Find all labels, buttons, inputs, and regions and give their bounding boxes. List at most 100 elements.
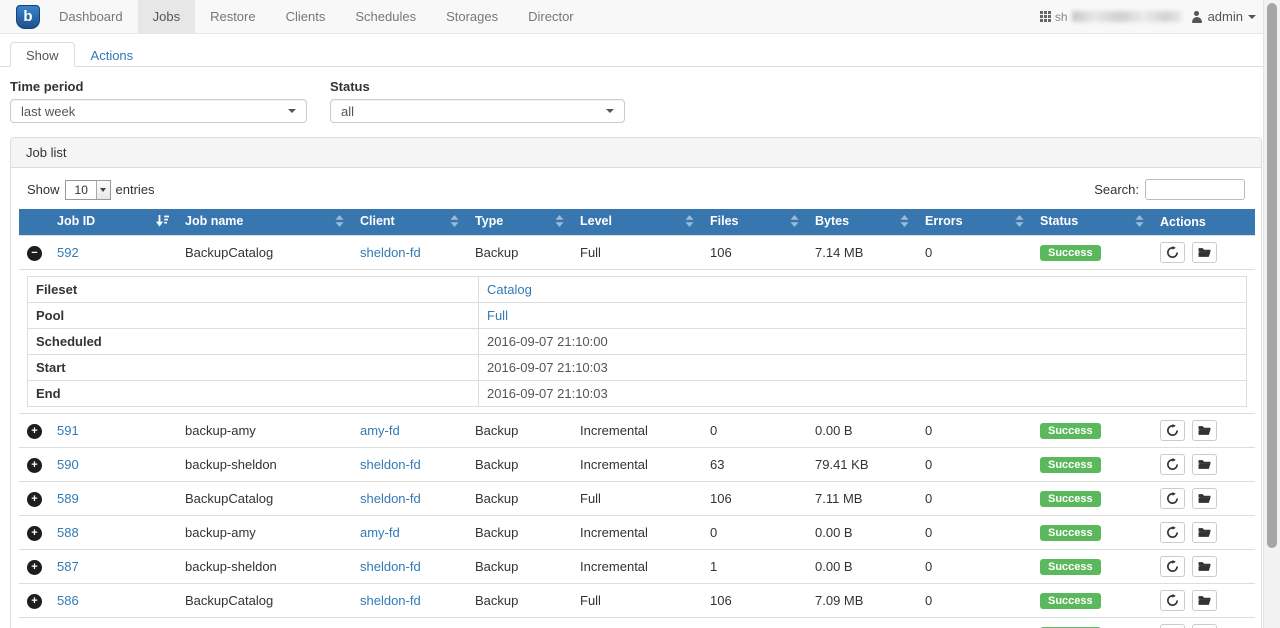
job-id-link[interactable]: 587 [57, 559, 79, 574]
job-id-link[interactable]: 592 [57, 245, 79, 260]
table-row: + 585 backup-amy amy-fd Backup Increment… [19, 618, 1255, 628]
col-level[interactable]: Level [572, 209, 702, 236]
job-files-button[interactable] [1192, 590, 1217, 611]
time-period-select[interactable]: last week [10, 99, 307, 123]
rerun-job-button[interactable] [1160, 420, 1185, 441]
job-files-button[interactable] [1192, 522, 1217, 543]
detail-value: 2016-09-07 21:10:00 [479, 329, 1247, 355]
errors-cell: 0 [917, 448, 1032, 482]
client-link[interactable]: sheldon-fd [360, 593, 421, 608]
nav-item-jobs[interactable]: Jobs [138, 0, 195, 33]
job-id-link[interactable]: 588 [57, 525, 79, 540]
tab-actions[interactable]: Actions [75, 42, 150, 67]
job-files-button[interactable] [1192, 420, 1217, 441]
expand-row-button[interactable]: + [27, 594, 42, 609]
rerun-icon [1166, 594, 1179, 607]
client-link[interactable]: sheldon-fd [360, 491, 421, 506]
expand-row-button[interactable]: + [27, 424, 42, 439]
expand-row-button[interactable]: + [27, 458, 42, 473]
col-type[interactable]: Type [467, 209, 572, 236]
status-value: all [341, 104, 354, 119]
pool-link[interactable]: Full [487, 308, 508, 323]
files-cell: 63 [702, 448, 807, 482]
chevron-down-icon [606, 109, 614, 113]
level-cell: Incremental [572, 516, 702, 550]
chevron-down-icon [1248, 15, 1256, 19]
bytes-cell: 7.11 MB [807, 482, 917, 516]
rerun-job-button[interactable] [1160, 590, 1185, 611]
scrollbar-thumb[interactable] [1267, 3, 1277, 548]
client-link[interactable]: amy-fd [360, 423, 400, 438]
rerun-job-button[interactable] [1160, 624, 1185, 628]
bytes-cell: 0.00 B [807, 618, 917, 628]
rerun-icon [1166, 526, 1179, 539]
rerun-job-button[interactable] [1160, 454, 1185, 475]
job-id-link[interactable]: 590 [57, 457, 79, 472]
expand-row-button[interactable]: + [27, 560, 42, 575]
col-bytes[interactable]: Bytes [807, 209, 917, 236]
tab-show[interactable]: Show [10, 42, 75, 67]
rerun-icon [1166, 458, 1179, 471]
director-selector[interactable]: sh [1040, 10, 1182, 24]
page-content: Time period last week Status all Job lis… [0, 67, 1280, 628]
type-cell: Backup [467, 236, 572, 270]
job-files-button[interactable] [1192, 488, 1217, 509]
bytes-cell: 79.41 KB [807, 448, 917, 482]
grid-icon [1040, 11, 1051, 22]
job-detail-table: Fileset Catalog Pool Full Scheduled 2016… [27, 276, 1247, 407]
rerun-job-button[interactable] [1160, 488, 1185, 509]
folder-icon [1198, 493, 1211, 504]
level-cell: Incremental [572, 414, 702, 448]
nav-item-storages[interactable]: Storages [431, 0, 513, 33]
search-input[interactable] [1145, 179, 1245, 200]
collapse-row-button[interactable]: − [27, 246, 42, 261]
client-link[interactable]: sheldon-fd [360, 559, 421, 574]
expand-row-button[interactable]: + [27, 526, 42, 541]
col-status[interactable]: Status [1032, 209, 1152, 236]
job-id-link[interactable]: 586 [57, 593, 79, 608]
bytes-cell: 7.14 MB [807, 236, 917, 270]
nav-item-schedules[interactable]: Schedules [340, 0, 431, 33]
job-id-link[interactable]: 589 [57, 491, 79, 506]
files-cell: 1 [702, 550, 807, 584]
status-badge: Success [1040, 491, 1101, 507]
detail-row: End 2016-09-07 21:10:03 [28, 381, 1247, 407]
files-cell: 106 [702, 482, 807, 516]
client-link[interactable]: sheldon-fd [360, 457, 421, 472]
level-cell: Full [572, 482, 702, 516]
errors-cell: 0 [917, 550, 1032, 584]
nav-item-restore[interactable]: Restore [195, 0, 271, 33]
sort-both-icon [450, 215, 459, 230]
col-job-id[interactable]: Job ID [49, 209, 177, 236]
bareos-logo[interactable]: b [16, 5, 40, 29]
fileset-link[interactable]: Catalog [487, 282, 532, 297]
job-files-button[interactable] [1192, 556, 1217, 577]
status-select[interactable]: all [330, 99, 625, 123]
expand-row-button[interactable]: + [27, 492, 42, 507]
status-badge: Success [1040, 559, 1101, 575]
col-client[interactable]: Client [352, 209, 467, 236]
table-controls: Show 10 entries Search: [19, 176, 1253, 209]
vertical-scrollbar[interactable] [1263, 0, 1280, 628]
level-cell: Full [572, 236, 702, 270]
job-files-button[interactable] [1192, 624, 1217, 628]
col-job-name[interactable]: Job name [177, 209, 352, 236]
nav-item-director[interactable]: Director [513, 0, 589, 33]
entries-select[interactable]: 10 [65, 180, 111, 200]
nav-item-dashboard[interactable]: Dashboard [44, 0, 138, 33]
rerun-job-button[interactable] [1160, 242, 1185, 263]
detail-value: 2016-09-07 21:10:03 [479, 381, 1247, 407]
files-cell: 0 [702, 414, 807, 448]
job-id-link[interactable]: 591 [57, 423, 79, 438]
client-link[interactable]: sheldon-fd [360, 245, 421, 260]
entries-value: 10 [75, 183, 88, 197]
job-files-button[interactable] [1192, 242, 1217, 263]
nav-item-clients[interactable]: Clients [271, 0, 341, 33]
user-menu[interactable]: admin [1191, 9, 1256, 24]
col-errors[interactable]: Errors [917, 209, 1032, 236]
client-link[interactable]: amy-fd [360, 525, 400, 540]
col-files[interactable]: Files [702, 209, 807, 236]
rerun-job-button[interactable] [1160, 522, 1185, 543]
job-files-button[interactable] [1192, 454, 1217, 475]
rerun-job-button[interactable] [1160, 556, 1185, 577]
